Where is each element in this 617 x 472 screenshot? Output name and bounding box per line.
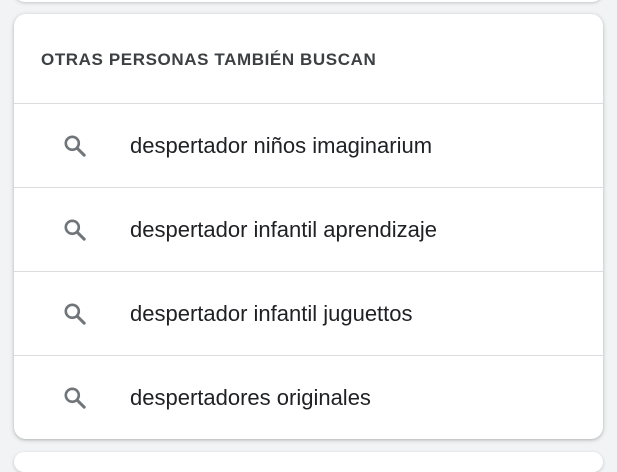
search-icon xyxy=(60,383,90,413)
related-searches-card: OTRAS PERSONAS TAMBIÉN BUSCAN despertado… xyxy=(14,14,603,439)
previous-card-edge xyxy=(14,0,603,2)
next-card-edge xyxy=(14,452,603,472)
related-search-label: despertador infantil juguettos xyxy=(130,300,413,326)
search-icon xyxy=(60,299,90,329)
related-search-item[interactable]: despertadores originales xyxy=(14,356,603,439)
related-search-item[interactable]: despertador infantil juguettos xyxy=(14,272,603,356)
related-search-item[interactable]: despertador niños imaginarium xyxy=(14,104,603,188)
related-search-label: despertador infantil aprendizaje xyxy=(130,216,437,242)
section-title: OTRAS PERSONAS TAMBIÉN BUSCAN xyxy=(41,49,377,69)
search-icon xyxy=(60,215,90,245)
card-header: OTRAS PERSONAS TAMBIÉN BUSCAN xyxy=(14,14,603,104)
search-icon xyxy=(60,131,90,161)
related-search-item[interactable]: despertador infantil aprendizaje xyxy=(14,188,603,272)
related-search-label: despertador niños imaginarium xyxy=(130,132,433,158)
related-search-label: despertadores originales xyxy=(130,385,371,410)
